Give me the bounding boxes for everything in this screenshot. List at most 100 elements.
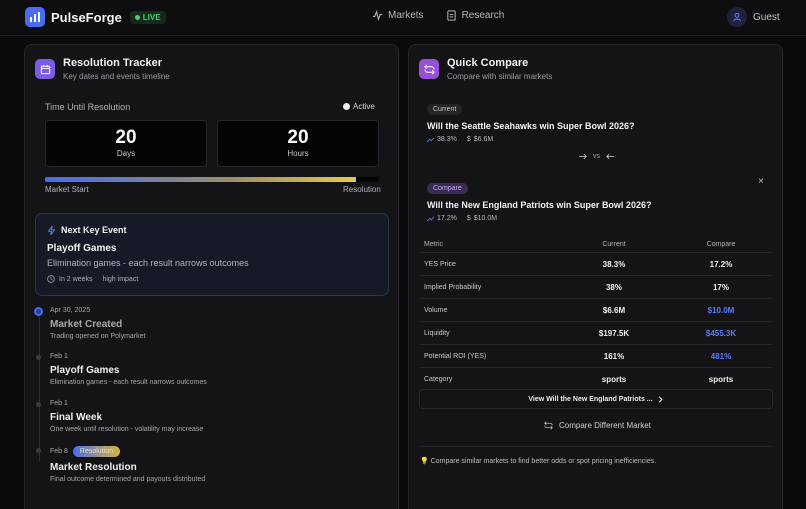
view-button-label: View Will the New England Patriots ... [528,395,653,403]
next-event-heading: Next Key Event [47,225,127,235]
current-cell: $197.5K [598,328,630,338]
next-event-when: In 2 weeks [47,275,92,283]
swap-icon [419,59,439,79]
user-menu[interactable]: Guest [727,7,780,27]
metric-cell: Potential ROI (YES) [424,352,487,360]
next-event-when-text: In 2 weeks [59,275,93,283]
timeline-date: Feb 8 [50,448,68,455]
timeline-item: Feb 8 Resolution Market Resolution Final… [36,446,206,483]
divider [419,446,773,447]
timeline-date: Feb 1 [50,353,68,360]
trend-up-icon [427,137,434,142]
arrow-left-icon [606,153,614,160]
next-event-meta: In 2 weeks high impact [47,275,138,283]
next-event-heading-text: Next Key Event [61,225,127,235]
days-unit: Days [116,149,136,158]
timeline-date-row: Feb 8 Resolution [50,446,205,457]
col-metric: Metric [424,240,444,248]
current-cell: sports [601,375,627,384]
nav-markets-label: Markets [388,10,424,21]
calendar-icon [35,59,55,79]
table-row: Volume $6.6M $10.0M [419,299,773,322]
current-chip: Current [427,104,463,115]
brand[interactable]: PulseForge LIVE [25,7,166,27]
current-cell: 38% [605,282,622,292]
user-icon [727,7,747,27]
compare-volume-stat: $ $10.0M [467,215,497,222]
col-current: Current [602,240,626,248]
current-price: 38.3% [437,136,457,143]
timeline-dot-icon [36,355,41,360]
tracker-header: Resolution Tracker Key dates and events … [35,57,170,81]
compare-header: Quick Compare Compare with similar marke… [419,57,552,81]
lightning-icon [47,225,56,235]
timeline-dot-icon [34,307,43,316]
timeline-desc: Final outcome determined and payouts dis… [50,476,206,483]
brand-name: PulseForge [51,9,122,25]
table-row: Potential ROI (YES) 161% 481% [419,345,773,368]
lightbulb-icon: 💡 [420,458,429,465]
chevron-right-icon [658,396,663,402]
next-event-title: Playoff Games [47,243,117,254]
compare-different-market-button[interactable]: Compare Different Market [544,421,651,430]
current-market-question: Will the Seattle Seahawks win Super Bowl… [427,121,635,131]
swap-icon [544,421,553,430]
quick-compare-panel: Quick Compare Compare with similar marke… [408,44,783,509]
current-market-stats: 38.3% $ $6.6M [427,136,634,143]
dollar-icon: $ [466,215,471,222]
timeline-desc: One week until resolution - volatility m… [50,426,204,433]
live-dot-icon [134,14,140,20]
compare-chip: Compare [427,183,468,194]
compare-tip: 💡 Compare similar markets to find better… [420,457,656,465]
timeline-title: Market Resolution [50,462,137,473]
current-cell: 161% [603,351,625,361]
compare-cell: $10.0M [707,305,735,315]
resolution-progress-bar [45,177,379,182]
compare-price-stat: 17.2% [427,215,457,222]
status-label: Active [353,102,375,111]
timeline-item: Feb 1 Final Week One week until resoluti… [36,400,204,433]
current-price-stat: 38.3% [427,136,457,143]
compare-tip-text: Compare similar markets to find better o… [430,458,657,465]
nav-markets[interactable]: Markets [372,10,424,21]
progress-fill [45,177,356,182]
compare-market: Compare Will the New England Patriots wi… [427,177,651,222]
view-compare-market-button[interactable]: View Will the New England Patriots ... [419,389,773,409]
timeline-dot-icon [36,402,41,407]
timeline-line [39,311,40,461]
compare-title: Quick Compare [447,57,529,69]
table-row: Category sports sports [419,368,773,391]
compare-market-stats: 17.2% $ $10.0M [427,215,651,222]
timeline-dot-icon [36,448,41,453]
vs-divider: vs [579,153,614,160]
arrow-right-icon [579,153,587,160]
trend-up-icon [427,216,434,221]
close-icon[interactable]: × [758,176,764,187]
hours-unit: Hours [287,149,309,158]
col-compare: Compare [706,240,736,248]
main-nav: Markets Research [372,10,504,21]
metric-cell: Implied Probability [424,283,482,291]
timeline-date: Feb 1 [50,400,68,407]
table-row: Implied Probability 38% 17% [419,276,773,299]
next-event-desc: Elimination games - each result narrows … [47,258,249,268]
current-market: Current Will the Seattle Seahawks win Su… [427,98,634,143]
progress-start-label: Market Start [45,185,89,194]
progress-end-label: Resolution [343,185,381,194]
next-key-event-card[interactable]: Next Key Event Playoff Games Elimination… [35,213,389,296]
timeline-desc: Trading opened on Polymarket [50,333,146,340]
status-badge: Active [343,102,375,111]
compare-cell: 17.2% [709,259,733,269]
current-volume-stat: $ $6.6M [467,136,493,143]
timeline-title: Playoff Games [50,365,120,376]
hours-value: 20 [287,127,309,148]
compare-cell: sports [708,375,734,384]
compare-cell: 17% [712,282,729,292]
metric-cell: Liquidity [424,329,450,337]
timeline-item: Apr 30, 2025 Market Created Trading open… [34,307,146,340]
activity-icon [372,10,383,21]
days-value: 20 [115,127,137,148]
nav-research[interactable]: Research [446,10,504,21]
metric-cell: YES Price [424,260,456,268]
table-row: Liquidity $197.5K $455.3K [419,322,773,345]
